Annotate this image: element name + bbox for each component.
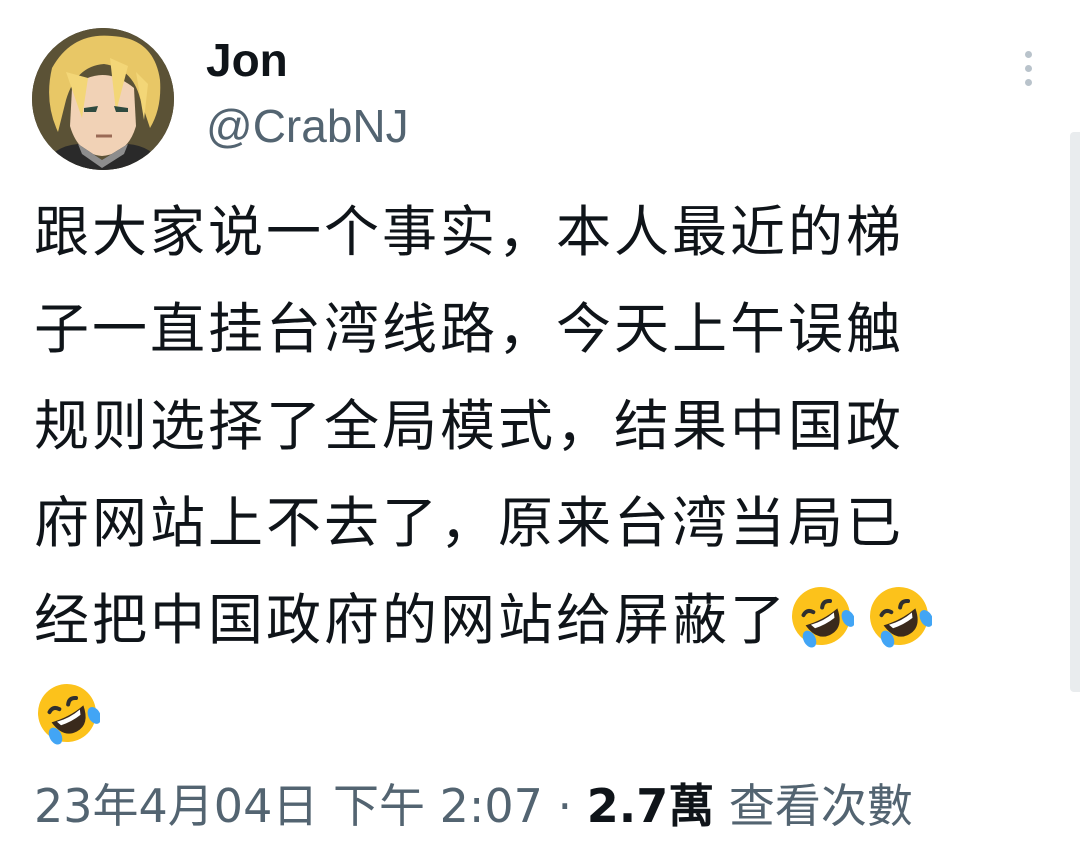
tweet-card: Jon @CrabNJ 跟大家说一个事实，本人最近的梯 子一直挂台湾线路，今天上…	[0, 0, 1080, 855]
tweet-timestamp[interactable]: 23年4月04日 下午 2:07	[34, 779, 543, 833]
tweet-text-line-with-emoji: 经把中国政府的网站给屏蔽了	[34, 572, 1034, 669]
author-display-name[interactable]: Jon	[206, 32, 288, 88]
rolling-on-floor-laughing-emoji-icon	[866, 582, 934, 648]
tweet-text-line: 子一直挂台湾线路，今天上午误触	[34, 297, 905, 361]
tweet-text-line: 经把中国政府的网站给屏蔽了	[34, 588, 789, 652]
tweet-text: 跟大家说一个事实，本人最近的梯 子一直挂台湾线路，今天上午误触 规则选择了全局模…	[34, 184, 1034, 766]
more-vertical-icon-dot	[1024, 78, 1032, 86]
tweet-text-line-emoji	[34, 669, 1034, 766]
more-options-button[interactable]	[1006, 44, 1050, 92]
anime-character-avatar-icon	[32, 28, 174, 170]
meta-separator: ·	[557, 779, 573, 833]
rolling-on-floor-laughing-emoji-icon	[788, 582, 856, 648]
tweet-text-line: 跟大家说一个事实，本人最近的梯	[34, 200, 905, 264]
views-label[interactable]: 查看次數	[729, 779, 913, 833]
tweet-text-line: 规则选择了全局模式，结果中国政	[34, 394, 905, 458]
views-count[interactable]: 2.7萬	[587, 779, 715, 833]
tweet-text-line: 府网站上不去了，原来台湾当局已	[34, 491, 905, 555]
tweet-meta: 23年4月04日 下午 2:07 · 2.7萬 查看次數	[34, 774, 913, 838]
scrollbar-track[interactable]	[1070, 132, 1080, 692]
more-vertical-icon	[1024, 50, 1032, 58]
author-avatar[interactable]	[32, 28, 174, 170]
rolling-on-floor-laughing-emoji-icon	[34, 679, 102, 745]
author-handle[interactable]: @CrabNJ	[206, 98, 409, 154]
more-vertical-icon-dot	[1024, 64, 1032, 72]
